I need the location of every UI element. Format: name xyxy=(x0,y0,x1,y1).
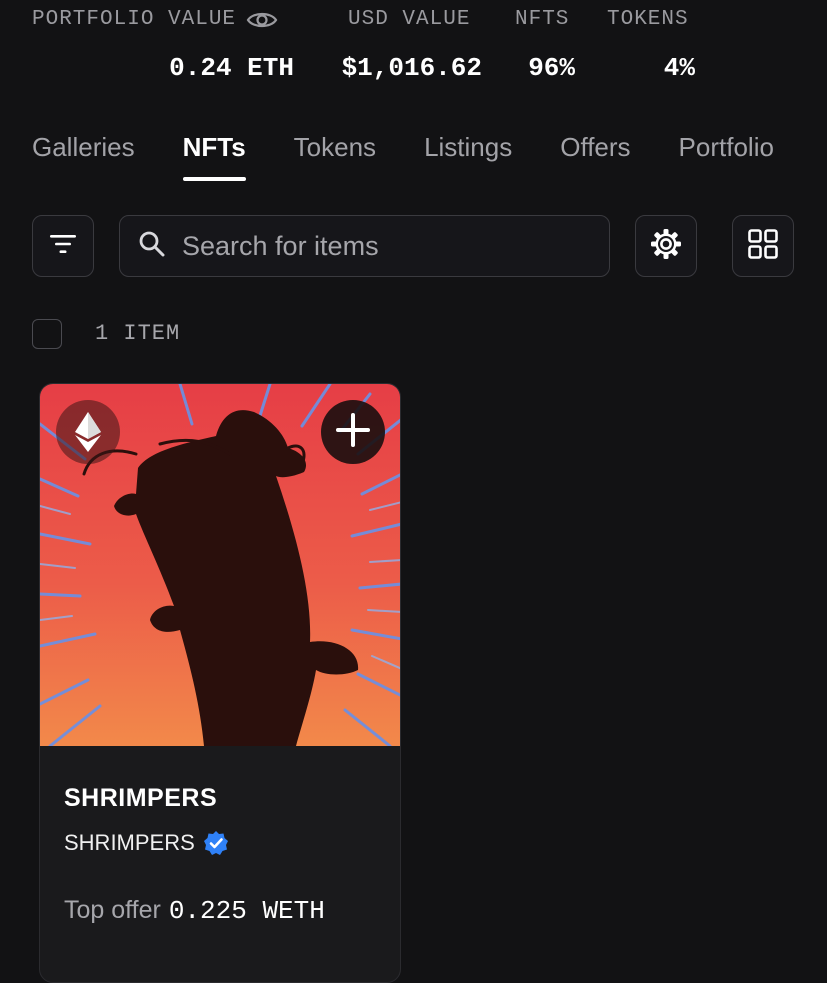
ethereum-icon xyxy=(56,400,120,464)
nfts-percentage: 96% xyxy=(528,53,575,83)
top-offer: Top offer 0.225 WETH xyxy=(64,896,325,926)
portfolio-value: 0.24 ETH xyxy=(169,53,294,83)
gear-icon xyxy=(649,227,683,266)
tokens-label: TOKENS xyxy=(607,8,689,31)
tokens-percentage: 4% xyxy=(663,53,695,83)
plus-icon xyxy=(334,411,372,454)
top-offer-label: Top offer xyxy=(64,896,161,924)
verified-badge-icon xyxy=(203,830,229,856)
filter-icon xyxy=(48,232,78,261)
grid-view-icon xyxy=(747,228,779,265)
collection-name-row[interactable]: SHRIMPERS xyxy=(64,830,229,856)
filter-button[interactable] xyxy=(32,215,94,277)
nft-card[interactable]: SHRIMPERS SHRIMPERS Top offer 0.225 WETH xyxy=(39,383,401,983)
nft-title: SHRIMPERS xyxy=(64,784,218,812)
tab-tokens[interactable]: Tokens xyxy=(294,132,376,181)
nfts-label: NFTS xyxy=(515,8,570,31)
eye-icon[interactable] xyxy=(246,9,278,31)
tab-listings[interactable]: Listings xyxy=(424,132,512,181)
tab-offers[interactable]: Offers xyxy=(560,132,630,181)
profile-tabs: Galleries NFTs Tokens Listings Offers Po… xyxy=(32,132,822,181)
add-to-cart-button[interactable] xyxy=(321,400,385,464)
tab-portfolio[interactable]: Portfolio xyxy=(679,132,774,181)
portfolio-value-label: PORTFOLIO VALUE xyxy=(32,8,278,31)
item-count: 1 ITEM xyxy=(95,321,181,346)
top-offer-value: 0.225 WETH xyxy=(168,896,325,926)
search-icon xyxy=(138,230,166,263)
usd-value: $1,016.62 xyxy=(341,53,482,83)
usd-value-label: USD VALUE xyxy=(348,8,471,31)
tab-nfts[interactable]: NFTs xyxy=(182,132,246,181)
tab-galleries[interactable]: Galleries xyxy=(32,132,135,181)
search-input[interactable] xyxy=(180,229,584,263)
search-bar[interactable] xyxy=(119,215,610,277)
settings-button[interactable] xyxy=(635,215,697,277)
collection-name[interactable]: SHRIMPERS xyxy=(64,830,195,856)
select-all-checkbox[interactable] xyxy=(32,319,62,349)
grid-view-button[interactable] xyxy=(732,215,794,277)
